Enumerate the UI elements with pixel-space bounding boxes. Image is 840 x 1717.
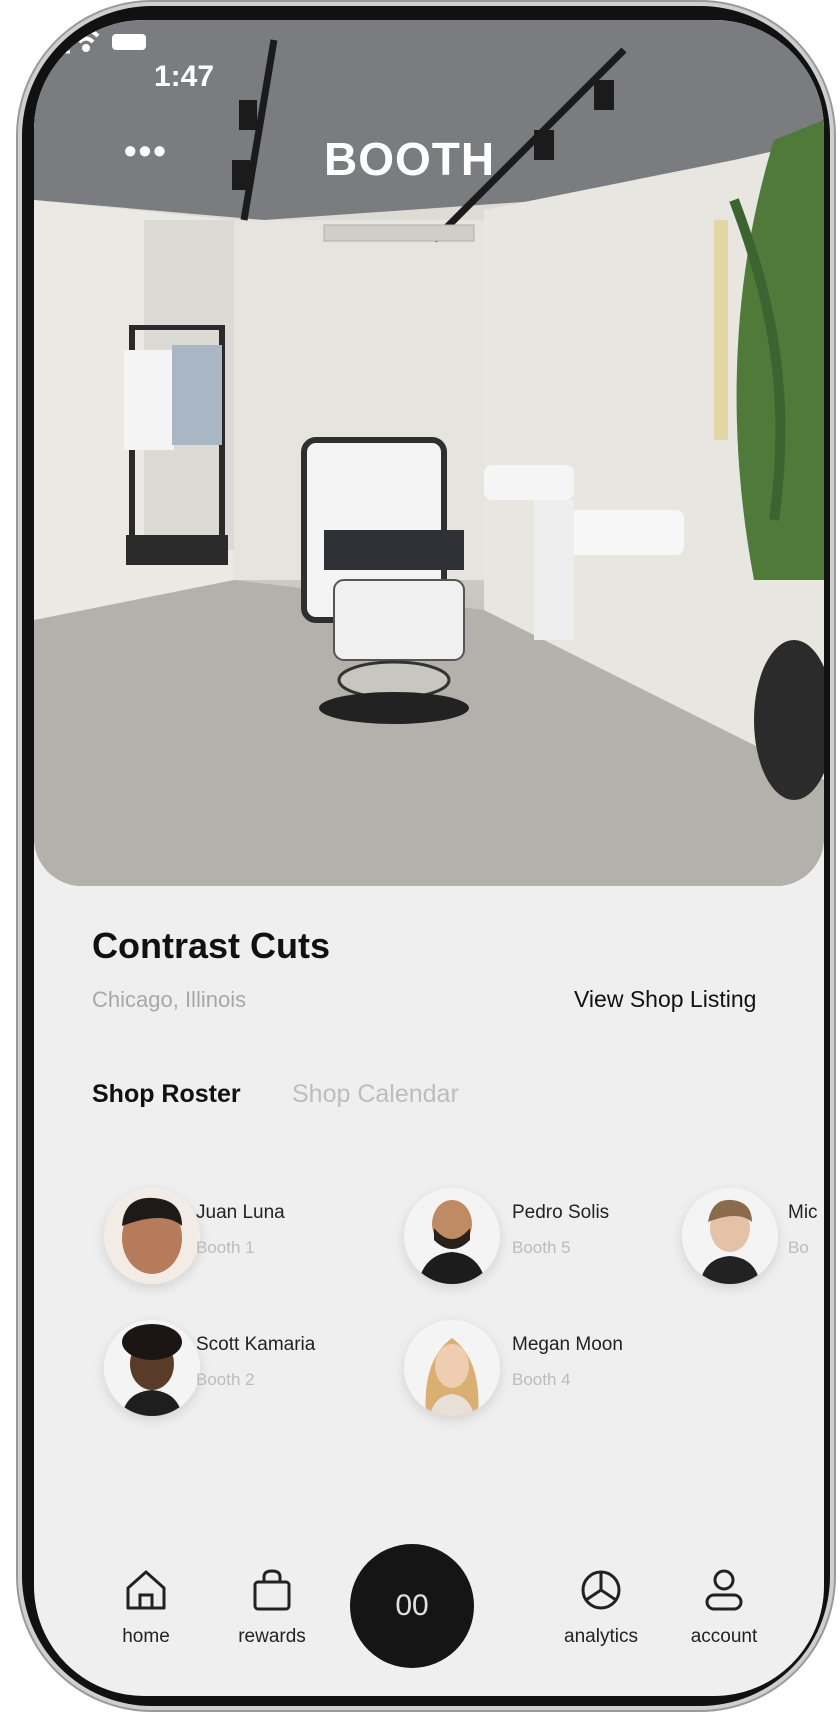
- view-shop-listing-link[interactable]: View Shop Listing: [574, 986, 756, 1013]
- tab-shop-calendar[interactable]: Shop Calendar: [292, 1080, 459, 1109]
- pie-chart-icon: [581, 1570, 621, 1610]
- nav-analytics[interactable]: analytics: [546, 1568, 656, 1648]
- nav-analytics-label: analytics: [564, 1626, 638, 1647]
- avatar: [404, 1320, 500, 1416]
- menu-icon[interactable]: •••: [124, 130, 168, 172]
- barber-booth: Bo: [788, 1238, 809, 1257]
- barber-booth: Booth 4: [512, 1370, 571, 1389]
- shopping-bag-icon: [253, 1569, 291, 1611]
- nav-rewards[interactable]: rewards: [222, 1568, 322, 1648]
- battery-icon: [112, 34, 146, 50]
- barber-portrait-juan: [104, 1188, 200, 1284]
- barber-portrait-megan: [404, 1320, 500, 1416]
- barber-booth: Booth 5: [512, 1238, 571, 1257]
- nav-home[interactable]: home: [106, 1568, 186, 1648]
- roster-item[interactable]: Scott Kamaria Booth 2: [104, 1320, 364, 1430]
- shop-location: Chicago, Illinois: [92, 987, 247, 1012]
- barber-portrait-pedro: [404, 1188, 500, 1284]
- nav-home-label: home: [122, 1626, 170, 1647]
- center-action-button[interactable]: 00: [350, 1544, 474, 1668]
- barber-booth: Booth 1: [196, 1238, 255, 1257]
- avatar: [104, 1188, 200, 1284]
- app-title: BOOTH: [324, 133, 496, 185]
- barber-portrait-scott: [104, 1320, 200, 1416]
- avatar: [404, 1188, 500, 1284]
- status-time: 1:47: [154, 60, 215, 93]
- nav-account[interactable]: account: [674, 1568, 774, 1648]
- barber-name: Juan Luna: [196, 1202, 285, 1223]
- shop-name: Contrast Cuts: [92, 925, 331, 966]
- shop-hero-image: 1:47 ••• BOOTH: [34, 20, 824, 886]
- barber-booth: Booth 2: [196, 1370, 255, 1389]
- roster-item[interactable]: Juan Luna Booth 1: [104, 1188, 344, 1298]
- barber-name: Scott Kamaria: [196, 1334, 316, 1355]
- nav-rewards-label: rewards: [238, 1626, 306, 1647]
- roster-item[interactable]: Pedro Solis Booth 5: [404, 1188, 644, 1298]
- barber-name: Megan Moon: [512, 1334, 623, 1355]
- user-icon: [705, 1569, 743, 1611]
- roster-item[interactable]: Mic Bo: [682, 1188, 824, 1298]
- tab-shop-roster[interactable]: Shop Roster: [92, 1080, 241, 1109]
- roster-item[interactable]: Megan Moon Booth 4: [404, 1320, 664, 1430]
- app-screen: 1:47 ••• BOOTH Contrast Cuts Chicago, Il…: [34, 20, 824, 1696]
- home-icon: [126, 1570, 166, 1610]
- avatar: [104, 1320, 200, 1416]
- notification-dot: [58, 24, 70, 36]
- barber-portrait-mic: [682, 1188, 778, 1284]
- bottom-nav: home rewards 00 analytics account: [34, 1520, 824, 1696]
- barber-name: Pedro Solis: [512, 1202, 610, 1223]
- nav-account-label: account: [690, 1626, 758, 1647]
- wifi-icon: [72, 28, 100, 52]
- avatar: [682, 1188, 778, 1284]
- barber-name: Mic: [788, 1202, 818, 1223]
- notification-bell-icon[interactable]: [34, 20, 74, 64]
